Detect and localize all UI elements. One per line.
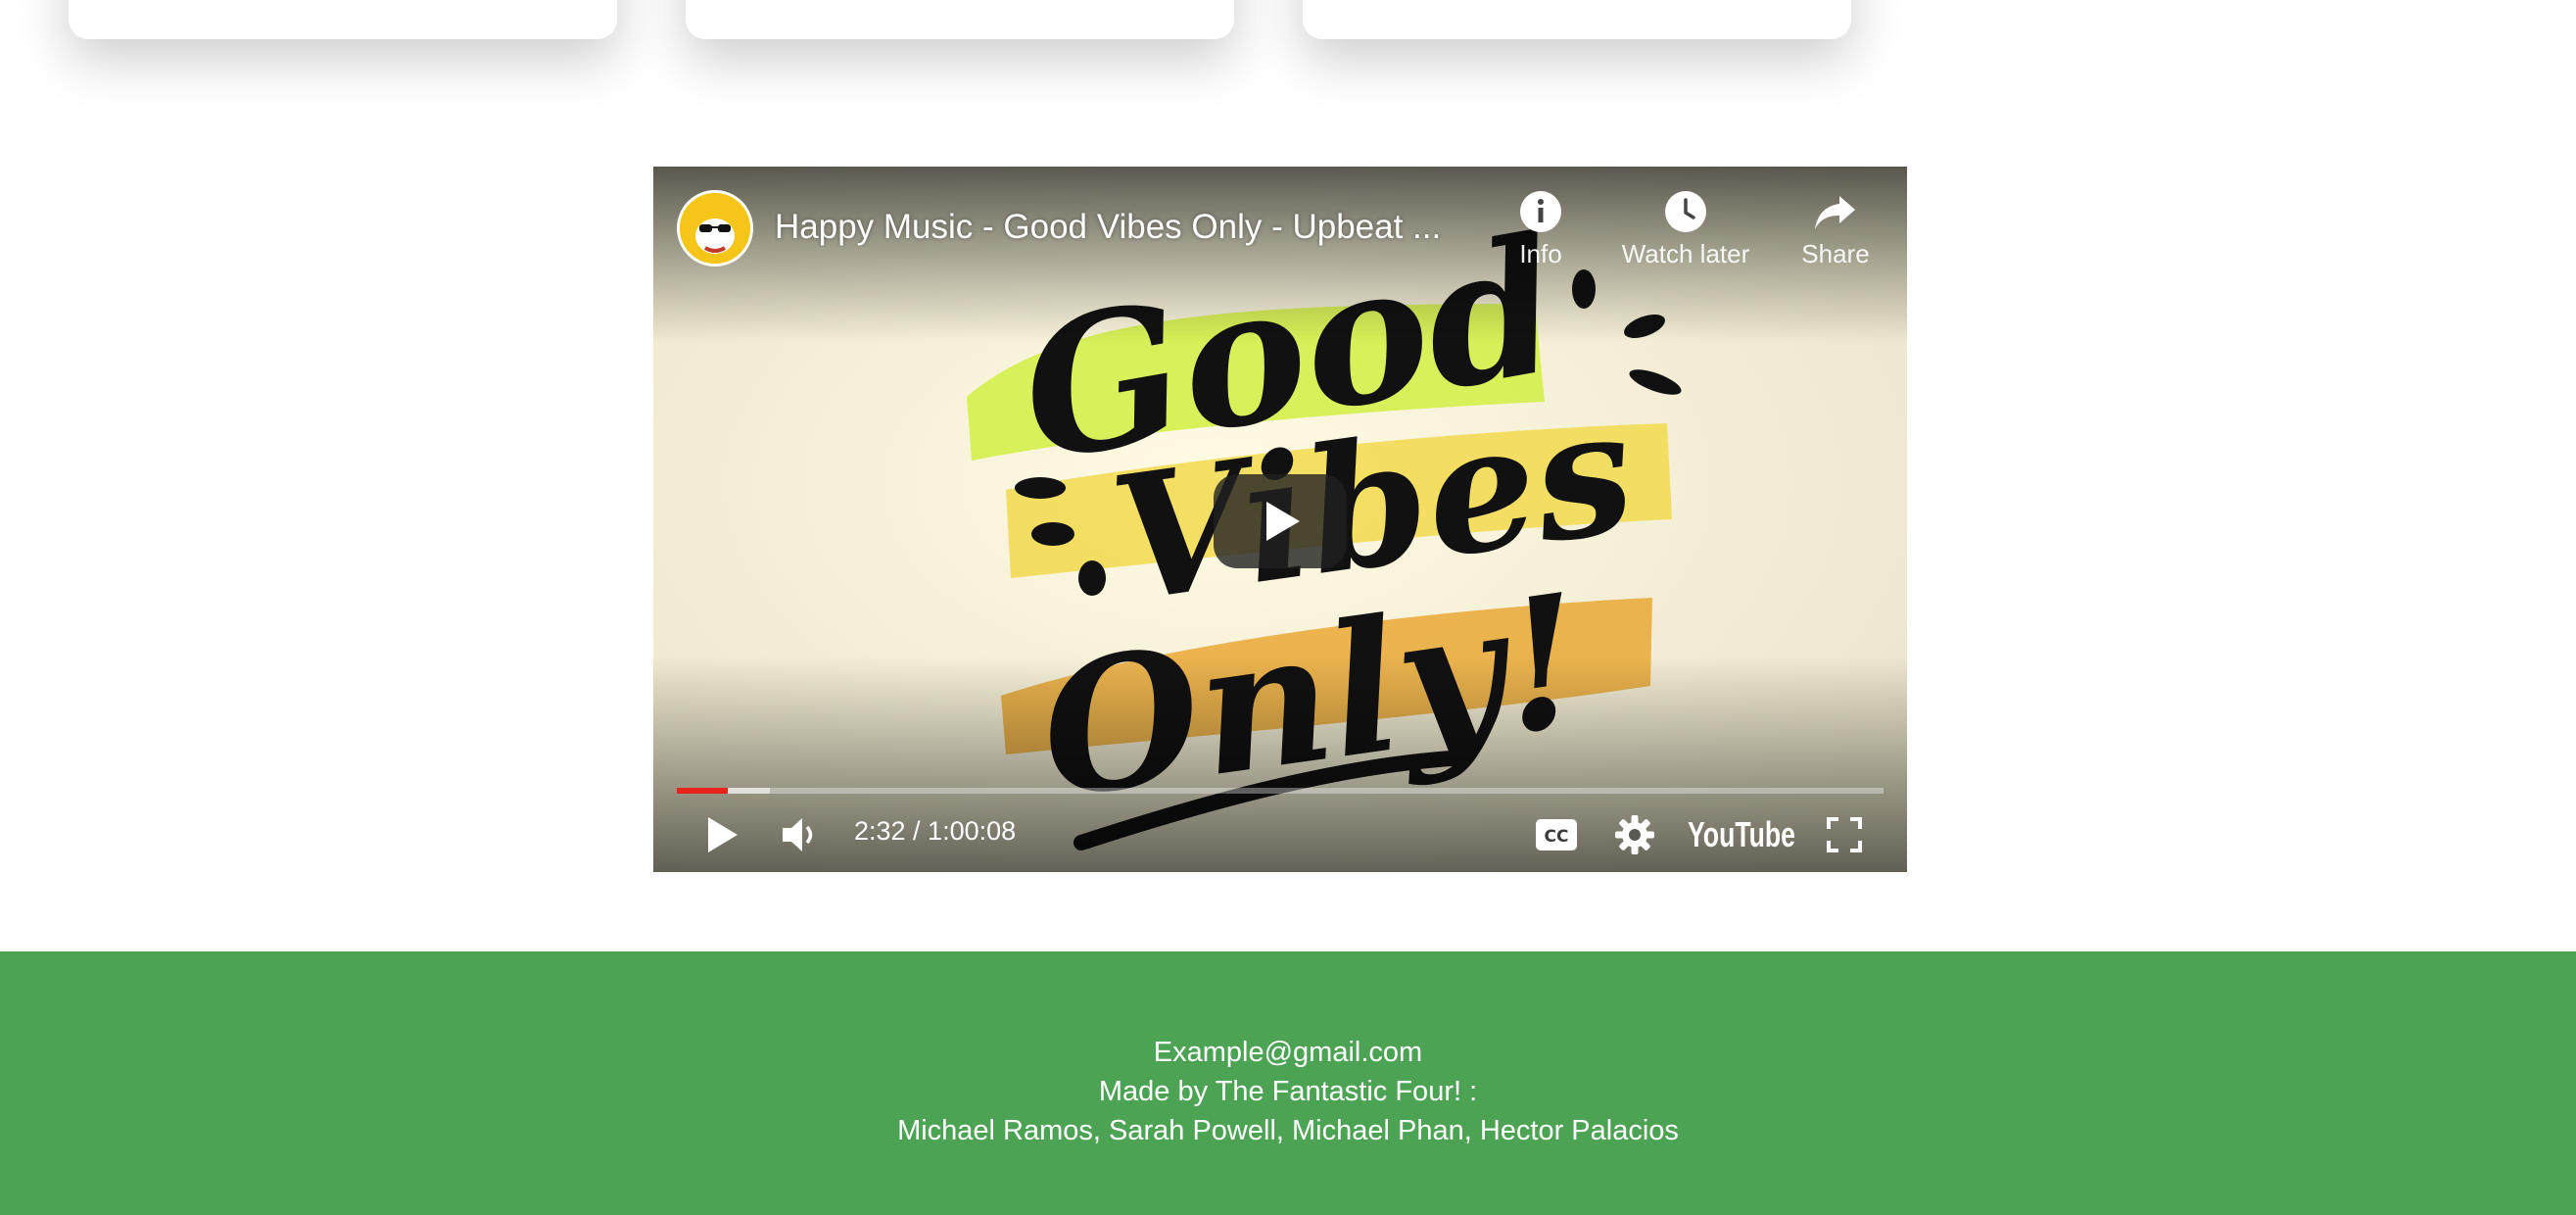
card-shadow-1	[69, 0, 617, 39]
youtube-logo-text: YouTube	[1688, 814, 1795, 854]
volume-icon[interactable]	[779, 813, 822, 856]
footer: Example@gmail.com Made by The Fantastic …	[0, 951, 2576, 1215]
share-label: Share	[1801, 239, 1870, 268]
channel-avatar[interactable]	[677, 190, 753, 267]
card-shadow-3	[1303, 0, 1851, 39]
settings-gear-icon[interactable]	[1613, 813, 1656, 856]
progress-bar[interactable]	[677, 788, 1884, 794]
progress-played	[677, 788, 728, 794]
footer-made-by: Made by The Fantastic Four! :	[1098, 1076, 1478, 1107]
cc-icon[interactable]: CC	[1535, 817, 1578, 852]
fullscreen-icon[interactable]	[1825, 815, 1864, 854]
cat-avatar-icon	[680, 193, 750, 264]
big-play-button[interactable]	[1214, 474, 1347, 568]
time-display: 2:32 / 1:00:08	[854, 816, 1017, 846]
video-title[interactable]: Happy Music - Good Vibes Only - Upbeat .…	[775, 208, 1460, 247]
footer-members: Michael Ramos, Sarah Powell, Michael Pha…	[897, 1115, 1679, 1146]
play-icon[interactable]	[702, 813, 741, 856]
watch-later-label: Watch later	[1621, 239, 1750, 268]
watch-later-button[interactable]: Watch later	[1612, 190, 1759, 269]
info-button[interactable]: Info	[1472, 190, 1609, 269]
youtube-logo[interactable]: YouTube	[1688, 813, 1797, 856]
svg-text:CC: CC	[1545, 827, 1569, 847]
share-arrow-icon	[1815, 196, 1855, 229]
info-label: Info	[1519, 239, 1562, 268]
share-button[interactable]: Share	[1767, 190, 1904, 269]
info-icon	[1520, 191, 1561, 232]
footer-email[interactable]: Example@gmail.com	[0, 1033, 2576, 1072]
card-shadow-2	[686, 0, 1234, 39]
video-player[interactable]: Good Vibes Only! Happy Music - Good Vibe…	[653, 167, 1907, 872]
clock-icon	[1665, 191, 1706, 232]
